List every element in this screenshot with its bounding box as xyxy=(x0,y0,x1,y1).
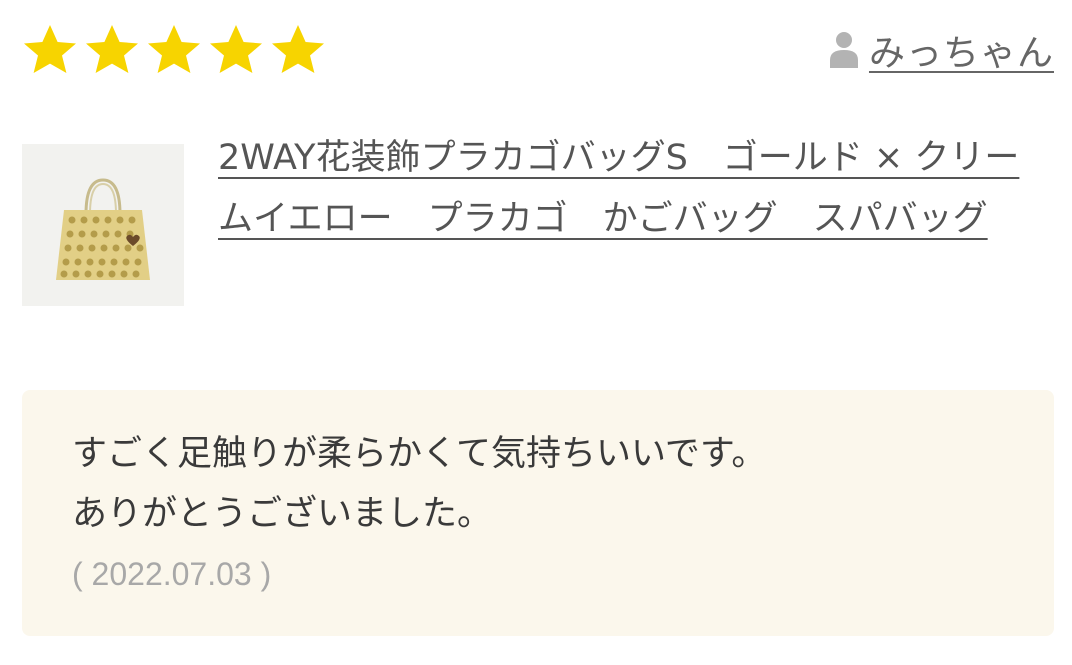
review-date: ( 2022.07.03 ) xyxy=(72,556,272,592)
reviewer-link[interactable]: みっちゃん xyxy=(829,24,1054,76)
star-icon xyxy=(268,22,328,76)
product-thumbnail[interactable] xyxy=(22,144,184,306)
review-card: みっちゃん 2WAY花装飾プラカゴバッグS ゴールド × クリームイエロー プラ… xyxy=(0,0,1072,665)
star-icon xyxy=(20,22,80,76)
star-icon xyxy=(144,22,204,76)
star-icon xyxy=(82,22,142,76)
reviewer-name[interactable]: みっちゃん xyxy=(869,24,1054,76)
comment-text-line: すごく足触りが柔らかくて気持ちいいです。 xyxy=(72,434,767,474)
star-icon xyxy=(206,22,266,76)
user-icon xyxy=(829,30,859,70)
product-info: 2WAY花装飾プラカゴバッグS ゴールド × クリームイエロー プラカゴ かごバ… xyxy=(22,128,1048,306)
comment-box: すごく足触りが柔らかくて気持ちいいです。 ありがとうございました。 ( 2022… xyxy=(22,390,1054,636)
comment-text-line: ありがとうございました。 xyxy=(72,494,493,534)
star-rating xyxy=(20,22,328,76)
product-name-link[interactable]: 2WAY花装飾プラカゴバッグS ゴールド × クリームイエロー プラカゴ かごバ… xyxy=(218,128,1048,250)
